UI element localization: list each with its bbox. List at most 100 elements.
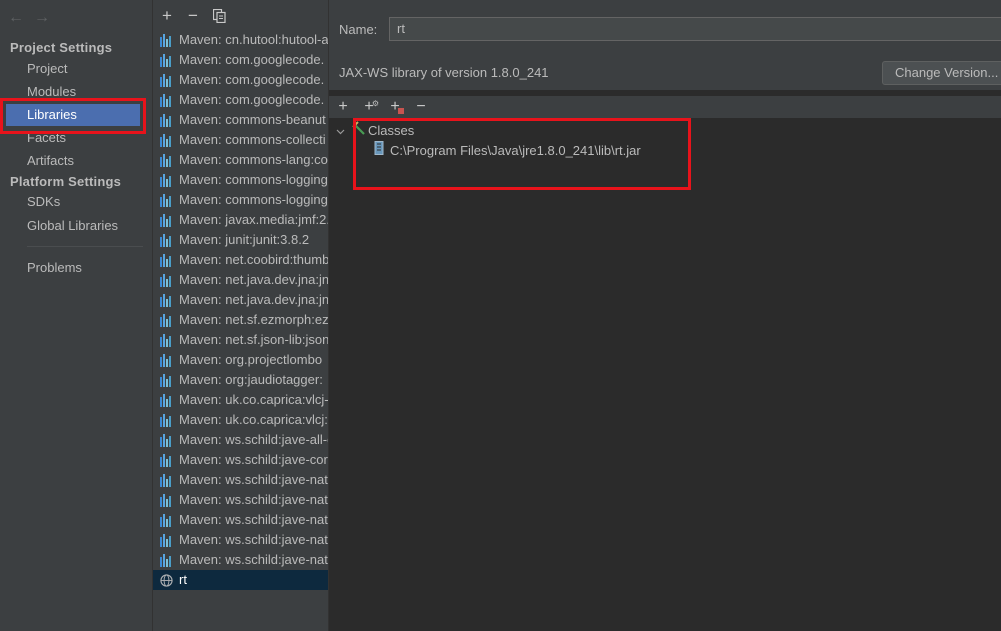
jar-path: C:\Program Files\Java\jre1.8.0_241\lib\r… [390, 143, 641, 158]
add-with-gear-icon[interactable]: + ⚙ [361, 96, 379, 118]
sidebar-item-global-libraries[interactable]: Global Libraries [6, 215, 140, 237]
library-item-rt[interactable]: rt [153, 570, 328, 590]
remove-icon[interactable]: − [413, 96, 429, 118]
library-item[interactable]: Maven: ws.schild:jave-nati [153, 510, 328, 530]
library-item[interactable]: Maven: commons-lang:co [153, 150, 328, 170]
maven-library-icon [160, 133, 174, 147]
remove-icon[interactable]: − [185, 7, 201, 25]
library-item[interactable]: Maven: ws.schild:jave-nati [153, 550, 329, 570]
maven-library-icon [160, 453, 174, 467]
sidebar-item-facets[interactable]: Facets [6, 127, 140, 149]
library-item-label: Maven: ws.schild:jave-nati [179, 532, 329, 547]
maven-library-icon [160, 533, 174, 547]
library-item[interactable]: Maven: commons-collecti [153, 130, 328, 150]
library-item[interactable]: Maven: com.googlecode. [153, 70, 328, 90]
maven-library-icon [160, 193, 174, 207]
library-item[interactable]: Maven: javax.media:jmf:2. [153, 210, 329, 230]
section-title-platform-settings: Platform Settings [10, 174, 122, 189]
library-item[interactable]: Maven: net.java.dev.jna:jna [153, 290, 329, 310]
library-item-label: Maven: org:jaudiotagger: [179, 372, 323, 387]
library-item-label: Maven: commons-collecti [179, 132, 326, 147]
library-item-label: Maven: commons-lang:co [179, 152, 328, 167]
add-red-icon[interactable]: + [387, 96, 404, 118]
library-item[interactable]: Maven: ws.schild:jave-nati [153, 490, 328, 510]
library-item-label: Maven: com.googlecode. [179, 72, 325, 87]
library-item-label: Maven: net.java.dev.jna:jna [179, 292, 329, 307]
sidebar-item-artifacts[interactable]: Artifacts [6, 150, 140, 172]
library-detail-panel: Name: rt JAX-WS library of version 1.8.0… [329, 0, 1001, 631]
maven-library-icon [160, 393, 174, 407]
library-item-label: Maven: uk.co.caprica:vlcj:4 [179, 412, 329, 427]
library-item[interactable]: Maven: commons-logging [153, 190, 328, 210]
library-item-label: Maven: commons-logging [179, 192, 328, 207]
library-item[interactable]: Maven: ws.schild:jave-all-d [153, 430, 328, 450]
library-item-label: Maven: net.sf.json-lib:json [179, 332, 329, 347]
sidebar-item-libraries[interactable]: Libraries [6, 104, 140, 126]
sidebar-item-project[interactable]: Project [6, 58, 140, 80]
library-header: Name: rt JAX-WS library of version 1.8.0… [329, 0, 1001, 90]
library-item[interactable]: Maven: ws.schild:jave-nati [153, 470, 329, 490]
library-item-label: Maven: net.sf.ezmorph:ez [179, 312, 329, 327]
chevron-down-icon[interactable] [336, 121, 352, 141]
maven-library-icon [160, 473, 174, 487]
maven-library-icon [160, 73, 174, 87]
maven-library-icon [160, 333, 174, 347]
back-arrow-icon[interactable]: ← [8, 9, 24, 27]
library-item-label: Maven: ws.schild:jave-nati [179, 552, 329, 567]
add-icon[interactable]: + [159, 7, 175, 25]
sidebar-item-modules[interactable]: Modules [6, 81, 140, 103]
sidebar-item-sdks[interactable]: SDKs [6, 191, 140, 213]
settings-sidebar: ← → Project Settings Project Modules Lib… [0, 0, 153, 631]
maven-library-icon [160, 93, 174, 107]
tree-node-jar[interactable]: C:\Program Files\Java\jre1.8.0_241\lib\r… [374, 141, 641, 161]
tree-node-classes[interactable]: Classes [336, 121, 414, 141]
library-item[interactable]: Maven: com.googlecode. [153, 90, 328, 110]
maven-library-icon [160, 433, 174, 447]
sidebar-divider [27, 246, 143, 247]
sidebar-item-problems[interactable]: Problems [6, 257, 140, 279]
library-roots-tree: Classes C:\Program Files\Java\jre1.8.0_2… [329, 119, 1001, 631]
library-item[interactable]: Maven: uk.co.caprica:vlcj:4 [153, 410, 329, 430]
project-structure-dialog: ← → Project Settings Project Modules Lib… [0, 0, 1001, 631]
maven-library-icon [160, 273, 174, 287]
jar-icon [374, 141, 390, 161]
library-item[interactable]: Maven: net.sf.json-lib:json [153, 330, 329, 350]
libraries-list: Maven: cn.hutool:hutool-all Maven: com.go… [153, 30, 329, 590]
library-item[interactable]: Maven: ws.schild:jave-nati [153, 530, 329, 550]
library-item[interactable]: Maven: net.java.dev.jna:jna [153, 270, 329, 290]
name-field[interactable]: rt [389, 17, 1001, 41]
maven-library-icon [160, 33, 174, 47]
add-icon[interactable]: + [335, 96, 351, 118]
library-item[interactable]: Maven: cn.hutool:hutool-all [153, 30, 328, 50]
library-content-toolbar: + + ⚙ + − [329, 96, 1001, 118]
library-item[interactable]: Maven: commons-logging [153, 170, 328, 190]
library-item-label: Maven: net.coobird:thumb [179, 252, 329, 267]
forward-arrow-icon[interactable]: → [34, 9, 50, 27]
library-item[interactable]: Maven: ws.schild:jave-core [153, 450, 329, 470]
library-item-label: Maven: javax.media:jmf:2. [179, 212, 329, 227]
change-version-button[interactable]: Change Version... [882, 61, 1001, 85]
library-item-label: Maven: ws.schild:jave-nati [179, 472, 329, 487]
library-version-text: JAX-WS library of version 1.8.0_241 [339, 65, 549, 80]
library-item-label: Maven: commons-beanut [179, 112, 326, 127]
library-item[interactable]: Maven: net.coobird:thumb [153, 250, 329, 270]
copy-icon[interactable] [211, 7, 227, 25]
library-item[interactable]: Maven: uk.co.caprica:vlcj- [153, 390, 329, 410]
globe-icon [160, 573, 173, 587]
library-item-label: Maven: uk.co.caprica:vlcj- [179, 392, 329, 407]
library-item-label: Maven: net.java.dev.jna:jna [179, 272, 329, 287]
maven-library-icon [160, 293, 174, 307]
library-item-label: rt [179, 572, 187, 587]
classes-label: Classes [368, 123, 415, 138]
name-label: Name: [339, 22, 378, 37]
library-item[interactable]: Maven: net.sf.ezmorph:ez [153, 310, 329, 330]
library-item[interactable]: Maven: com.googlecode. [153, 50, 328, 70]
library-item-label: Maven: org.projectlombo [179, 352, 323, 367]
library-item[interactable]: Maven: org.projectlombo [153, 350, 328, 370]
maven-library-icon [160, 553, 174, 567]
library-item[interactable]: Maven: commons-beanut [153, 110, 328, 130]
library-item-label: Maven: ws.schild:jave-core [179, 452, 329, 467]
maven-library-icon [160, 513, 174, 527]
library-item[interactable]: Maven: org:jaudiotagger: [153, 370, 328, 390]
library-item[interactable]: Maven: junit:junit:3.8.2 [153, 230, 328, 250]
